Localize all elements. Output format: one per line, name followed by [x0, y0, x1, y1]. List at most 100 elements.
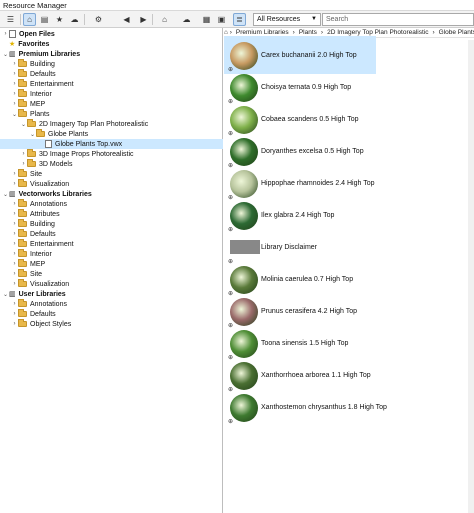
cloud-icon[interactable]: ☁: [68, 13, 81, 26]
chevron-right-icon[interactable]: ›: [11, 321, 18, 327]
file-icon[interactable]: ▤: [38, 13, 51, 26]
resource-item[interactable]: ⊕ Choisya ternata 0.9 High Top: [224, 74, 474, 106]
chevron-right-icon[interactable]: ›: [11, 101, 18, 107]
tree-row[interactable]: › Interior: [0, 89, 223, 99]
chevron-right-icon[interactable]: ›: [11, 71, 18, 77]
resource-item[interactable]: ⊕ Toona sinensis 1.5 High Top: [224, 330, 474, 362]
tree-row[interactable]: › MEP: [0, 259, 223, 269]
search-input[interactable]: Search: [322, 13, 474, 26]
chevron-down-icon[interactable]: ⌄: [2, 191, 9, 198]
chevron-right-icon[interactable]: ›: [11, 311, 18, 317]
breadcrumb-item[interactable]: Globe Plants: [439, 29, 474, 36]
chevron-right-icon[interactable]: ›: [11, 231, 18, 237]
resource-item[interactable]: ⊕ Hippophae rhamnoides 2.4 High Top: [224, 170, 474, 202]
chevron-right-icon[interactable]: ›: [11, 261, 18, 267]
tree-row[interactable]: › Visualization: [0, 179, 223, 189]
tiles-view-icon[interactable]: ▣: [215, 13, 228, 26]
breadcrumb-item[interactable]: Premium Libraries: [236, 29, 289, 36]
menu-icon[interactable]: ☰: [4, 13, 17, 26]
grid-view-icon[interactable]: ▦: [200, 13, 213, 26]
chevron-right-icon[interactable]: ›: [11, 171, 18, 177]
breadcrumb-item[interactable]: Plants: [299, 29, 317, 36]
tree-row[interactable]: › Annotations: [0, 199, 223, 209]
tree-row[interactable]: › Visualization: [0, 279, 223, 289]
tree-row[interactable]: › 3D Image Props Photorealistic: [0, 149, 223, 159]
tree-row[interactable]: › Object Styles: [0, 319, 223, 329]
chevron-right-icon[interactable]: ›: [11, 61, 18, 67]
tree-row[interactable]: › 3D Models: [0, 159, 223, 169]
chevron-right-icon[interactable]: ›: [11, 181, 18, 187]
tree-row[interactable]: › Interior: [0, 249, 223, 259]
chevron-right-icon[interactable]: ›: [11, 271, 18, 277]
chevron-right-icon[interactable]: ›: [11, 201, 18, 207]
home-icon[interactable]: ⌂: [23, 13, 36, 26]
tree-row[interactable]: › Annotations: [0, 299, 223, 309]
chevron-down-icon[interactable]: ⌄: [2, 291, 9, 298]
chevron-right-icon[interactable]: ›: [11, 301, 18, 307]
resource-item[interactable]: ⊕ Library Disclaimer: [224, 234, 474, 266]
tree-row-label: Building: [30, 220, 55, 228]
chevron-right-icon[interactable]: ›: [11, 81, 18, 87]
resource-item[interactable]: ⊕ Cobaea scandens 0.5 High Top: [224, 106, 474, 138]
tree-row[interactable]: ⌄ 2D Imagery Top Plan Photorealistic: [0, 119, 223, 129]
forward-arrow-icon[interactable]: ▶: [137, 13, 150, 26]
tree-row[interactable]: ★ Favorites: [0, 39, 223, 49]
house-icon[interactable]: ⌂: [158, 13, 171, 26]
tree-row[interactable]: › MEP: [0, 99, 223, 109]
favorite-star-icon[interactable]: ★: [53, 13, 66, 26]
list-view-icon[interactable]: ≣: [233, 13, 246, 26]
folder-icon: [18, 109, 27, 117]
resource-item[interactable]: ⊕ Xanthorrhoea arborea 1.1 High Top: [224, 362, 474, 394]
tree-row[interactable]: › Defaults: [0, 69, 223, 79]
file-icon: [45, 140, 52, 148]
resource-label: Molinia caerulea 0.7 High Top: [261, 276, 354, 283]
chevron-down-icon[interactable]: ⌄: [29, 131, 36, 138]
resource-item[interactable]: ⊕ Xanthostemon chrysanthus 1.8 High Top: [224, 394, 474, 426]
chevron-right-icon[interactable]: ›: [11, 241, 18, 247]
chevron-right-icon[interactable]: ›: [11, 281, 18, 287]
home-icon[interactable]: ⌂ ›: [224, 29, 232, 36]
chevron-right-icon[interactable]: ›: [11, 221, 18, 227]
tree-row[interactable]: › Site: [0, 269, 223, 279]
library-tree[interactable]: › Open Files ★ Favorites ⌄ ▥ Premium Libraries…: [0, 28, 223, 513]
resource-item[interactable]: ⊕ Prunus cerasifera 4.2 High Top: [224, 298, 474, 330]
resource-item[interactable]: ⊕ Doryanthes excelsa 0.5 High Top: [224, 138, 474, 170]
tree-row[interactable]: ⌄ Globe Plants: [0, 129, 223, 139]
tree-row[interactable]: ⌄ ▥ User Libraries: [0, 289, 223, 299]
breadcrumb-separator: ›: [432, 29, 435, 36]
chevron-down-icon[interactable]: ⌄: [20, 121, 27, 128]
resource-item[interactable]: ⊕ Molinia caerulea 0.7 High Top: [224, 266, 474, 298]
chevron-down-icon[interactable]: ⌄: [11, 111, 18, 118]
tree-row[interactable]: › Defaults: [0, 309, 223, 319]
chevron-right-icon[interactable]: ›: [11, 91, 18, 97]
tree-row[interactable]: ⌄ Plants: [0, 109, 223, 119]
tree-row[interactable]: › Entertainment: [0, 79, 223, 89]
resource-item[interactable]: ⊕ Ilex glabra 2.4 High Top: [224, 202, 474, 234]
tree-row[interactable]: › Open Files: [0, 29, 223, 39]
tree-row[interactable]: › Defaults: [0, 229, 223, 239]
settings-icon[interactable]: ⚙: [92, 13, 105, 26]
tree-row[interactable]: ⌄ ▥ Premium Libraries: [0, 49, 223, 59]
tree-row[interactable]: › Building: [0, 219, 223, 229]
chevron-right-icon[interactable]: ›: [11, 251, 18, 257]
resource-label: Xanthorrhoea arborea 1.1 High Top: [261, 372, 371, 379]
tree-row[interactable]: Globe Plants Top.vwx: [0, 139, 223, 149]
chevron-right-icon[interactable]: ›: [20, 161, 27, 167]
chevron-down-icon[interactable]: ⌄: [2, 51, 9, 58]
tree-row[interactable]: › Entertainment: [0, 239, 223, 249]
tree-row[interactable]: › Site: [0, 169, 223, 179]
resource-type-select[interactable]: All Resources ▼: [253, 13, 321, 26]
scrollbar[interactable]: [468, 40, 474, 513]
breadcrumb-item[interactable]: 2D Imagery Top Plan Photorealistic: [327, 29, 428, 36]
tree-row[interactable]: › Building: [0, 59, 223, 69]
globe-icon: ⊕: [228, 291, 234, 297]
chevron-right-icon[interactable]: ›: [20, 151, 27, 157]
tree-row[interactable]: ⌄ ▥ Vectorworks Libraries: [0, 189, 223, 199]
folder-icon: [18, 99, 27, 107]
chevron-right-icon[interactable]: ›: [2, 31, 9, 37]
tree-row[interactable]: › Attributes: [0, 209, 223, 219]
chevron-right-icon[interactable]: ›: [11, 211, 18, 217]
resource-item[interactable]: ⊕ Carex buchananii 2.0 High Top: [224, 36, 474, 74]
cloud-upload-icon[interactable]: ☁: [180, 13, 193, 26]
back-arrow-icon[interactable]: ◀: [120, 13, 133, 26]
